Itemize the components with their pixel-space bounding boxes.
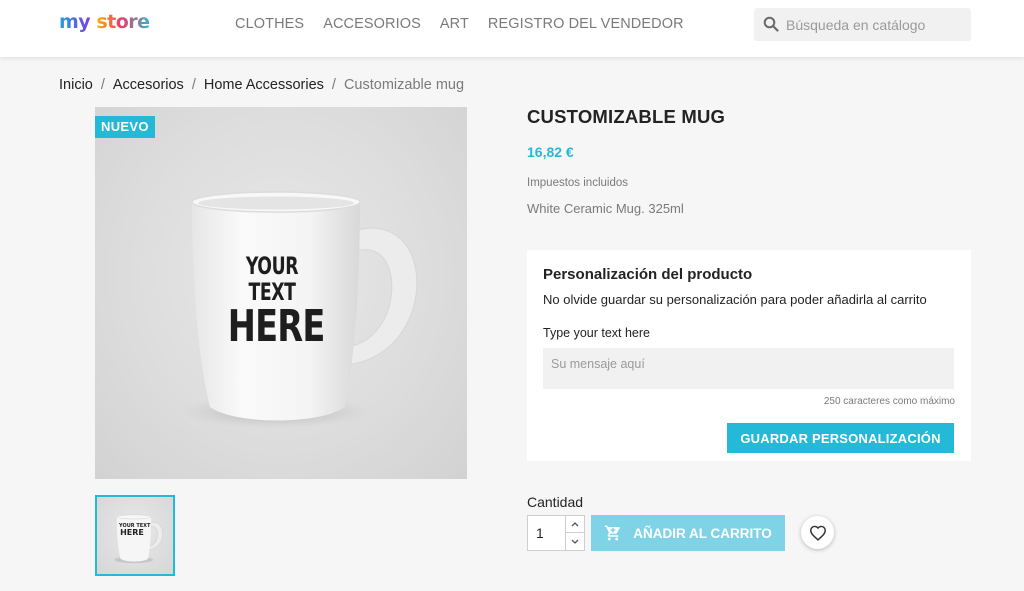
nav-item-registro-vendedor[interactable]: REGISTRO DEL VENDEDOR [488,15,684,33]
mug-text-line2: HERE [227,301,326,352]
quantity-decrease-button[interactable] [565,533,584,550]
chevron-down-icon [571,539,579,544]
new-badge: NUEVO [95,116,155,138]
breadcrumb-item-accesorios[interactable]: Accesorios [113,77,184,93]
quantity-label: Cantidad [527,494,584,510]
heart-icon [809,525,826,541]
quantity-input[interactable] [528,516,566,550]
max-chars-hint: 250 caracteres como máximo [823,396,955,407]
thumb-print-text: YOUR TEXT HERE [119,523,150,537]
breadcrumb-separator: / [331,77,336,93]
customization-field-label: Type your text here [543,326,651,340]
logo-text-my: my [59,11,91,33]
save-customization-button[interactable]: GUARDAR PERSONALIZACIÓN [727,423,954,453]
customization-note: No olvide guardar su personalización par… [543,292,927,307]
add-to-cart-label: AÑADIR AL CARRITO [633,525,772,541]
site-header: my store CLOTHES ACCESORIOS ART REGISTRO… [0,0,1024,57]
product-description: White Ceramic Mug. 325ml [527,201,684,216]
thumb-text-line2: HERE [120,528,144,537]
add-to-cart-button[interactable]: AÑADIR AL CARRITO [591,515,785,551]
tax-note: Impuestos incluidos [527,177,628,189]
catalog-search [754,8,971,41]
customization-panel: Personalización del producto No olvide g… [527,250,971,461]
breadcrumb-separator: / [191,77,196,93]
mug-print-text: YOUR TEXT HERE [220,252,326,352]
quantity-stepper [527,515,585,551]
logo-part-my: my [59,10,91,34]
breadcrumb-item-home-accessories[interactable]: Home Accessories [204,77,324,93]
main-nav: CLOTHES ACCESORIOS ART REGISTRO DEL VEND… [235,15,684,33]
chevron-up-icon [571,521,579,526]
product-main-image[interactable]: YOUR TEXT HERE [95,107,467,479]
nav-item-accesorios[interactable]: ACCESORIOS [323,15,421,33]
breadcrumb: Inicio / Accesorios / Home Accessories /… [59,77,464,93]
logo-text-store: store [96,11,150,33]
customization-text-input[interactable] [543,348,954,389]
product-thumbnail[interactable]: YOUR TEXT HERE [95,495,175,576]
product-title: CUSTOMIZABLE MUG [527,106,726,127]
wishlist-button[interactable] [801,516,834,549]
logo-part-store: store [96,10,150,34]
breadcrumb-separator: / [100,77,105,93]
product-price: 16,82 € [527,144,574,160]
mug-text-line1: YOUR TEXT [245,252,299,306]
search-icon[interactable] [763,16,779,32]
nav-item-clothes[interactable]: CLOTHES [235,15,304,33]
search-input[interactable] [786,8,966,41]
cart-icon [604,525,620,541]
breadcrumb-current: Customizable mug [343,77,465,93]
customization-heading: Personalización del producto [543,266,753,283]
nav-item-art[interactable]: ART [440,15,469,33]
quantity-increase-button[interactable] [565,516,584,533]
store-logo[interactable]: my store [59,10,150,34]
breadcrumb-item-inicio[interactable]: Inicio [59,77,93,93]
